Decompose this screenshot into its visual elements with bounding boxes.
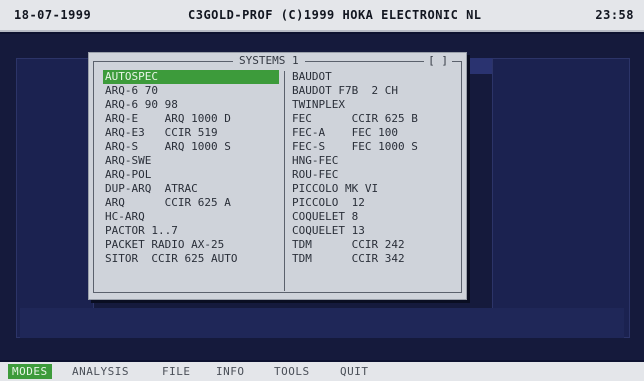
column-divider xyxy=(284,71,285,291)
system-item[interactable]: PICCOLO 12 xyxy=(290,196,455,210)
status-time: 23:58 xyxy=(595,8,634,22)
background-panel-left xyxy=(16,58,94,338)
menu-quit[interactable]: QUIT xyxy=(340,365,369,378)
dialog-title: SYSTEMS 1 xyxy=(233,54,305,67)
system-item[interactable]: ROU-FEC xyxy=(290,168,455,182)
status-title: C3GOLD-PROF (C)1999 HOKA ELECTRONIC NL xyxy=(188,8,482,22)
system-item[interactable]: BAUDOT xyxy=(290,70,455,84)
system-item[interactable]: COQUELET 8 xyxy=(290,210,455,224)
screen: 18-07-1999 C3GOLD-PROF (C)1999 HOKA ELEC… xyxy=(0,0,644,381)
system-item[interactable]: TWINPLEX xyxy=(290,98,455,112)
menu-info[interactable]: INFO xyxy=(216,365,245,378)
dialog-close-button[interactable]: [ ] xyxy=(424,54,452,67)
system-item[interactable]: COQUELET 13 xyxy=(290,224,455,238)
system-item[interactable]: FEC-A FEC 100 xyxy=(290,126,455,140)
system-item-autospec[interactable]: AUTOSPEC xyxy=(103,70,279,84)
menu-file[interactable]: FILE xyxy=(162,365,191,378)
system-item[interactable]: SITOR CCIR 625 AUTO xyxy=(103,252,279,266)
system-item[interactable]: BAUDOT F7B 2 CH xyxy=(290,84,455,98)
background-panel-right xyxy=(492,58,630,338)
systems-dialog: SYSTEMS 1 [ ] AUTOSPEC ARQ-6 70 ARQ-6 90… xyxy=(88,52,467,300)
menu-tools[interactable]: TOOLS xyxy=(274,365,310,378)
system-item[interactable]: DUP-ARQ ATRAC xyxy=(103,182,279,196)
systems-list-right: BAUDOT BAUDOT F7B 2 CH TWINPLEX FEC CCIR… xyxy=(290,70,455,266)
system-item[interactable]: PACKET RADIO AX-25 xyxy=(103,238,279,252)
menu-bar: MODES ANALYSIS FILE INFO TOOLS QUIT xyxy=(0,362,644,381)
system-item[interactable]: ARQ-SWE xyxy=(103,154,279,168)
system-item[interactable]: HNG-FEC xyxy=(290,154,455,168)
menu-analysis[interactable]: ANALYSIS xyxy=(72,365,129,378)
system-item[interactable]: ARQ-6 70 xyxy=(103,84,279,98)
system-item[interactable]: FEC-S FEC 1000 S xyxy=(290,140,455,154)
systems-list-left: AUTOSPEC ARQ-6 70 ARQ-6 90 98 ARQ-E ARQ … xyxy=(103,70,279,266)
system-item[interactable]: HC-ARQ xyxy=(103,210,279,224)
system-item[interactable]: PACTOR 1..7 xyxy=(103,224,279,238)
background-band-bottom xyxy=(20,308,624,338)
system-item[interactable]: TDM CCIR 242 xyxy=(290,238,455,252)
system-item[interactable]: TDM CCIR 342 xyxy=(290,252,455,266)
system-item[interactable]: ARQ-E3 CCIR 519 xyxy=(103,126,279,140)
system-item[interactable]: ARQ-E ARQ 1000 D xyxy=(103,112,279,126)
system-item[interactable]: ARQ-POL xyxy=(103,168,279,182)
system-item[interactable]: FEC CCIR 625 B xyxy=(290,112,455,126)
system-item[interactable]: ARQ CCIR 625 A xyxy=(103,196,279,210)
status-bar: 18-07-1999 C3GOLD-PROF (C)1999 HOKA ELEC… xyxy=(0,0,644,32)
system-item[interactable]: ARQ-6 90 98 xyxy=(103,98,279,112)
menu-modes[interactable]: MODES xyxy=(8,364,52,379)
status-date: 18-07-1999 xyxy=(14,8,92,22)
system-item[interactable]: ARQ-S ARQ 1000 S xyxy=(103,140,279,154)
system-item[interactable]: PICCOLO MK VI xyxy=(290,182,455,196)
